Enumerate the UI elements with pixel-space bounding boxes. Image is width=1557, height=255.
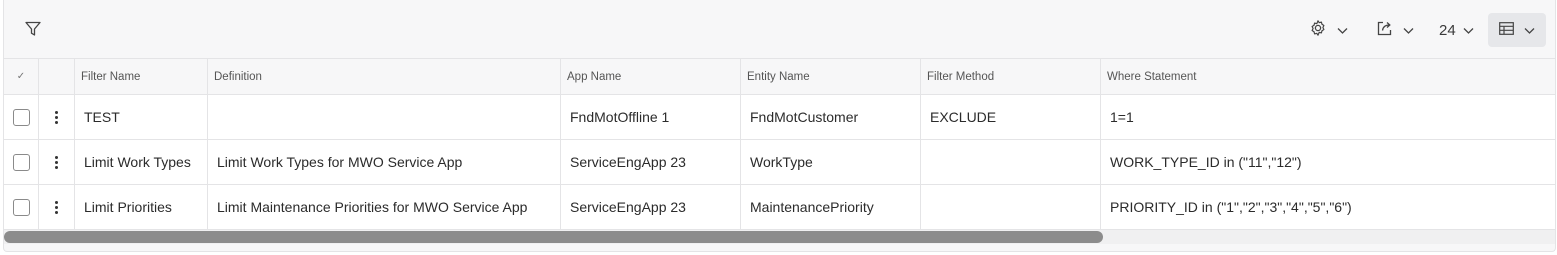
- horizontal-scrollbar-thumb[interactable]: [4, 231, 1103, 243]
- cell-where-statement: PRIORITY_ID in ("1","2","3","4","5","6"): [1101, 185, 1555, 229]
- cell-filter-name: Limit Work Types: [75, 140, 208, 184]
- view-mode-button[interactable]: [1488, 13, 1546, 47]
- table-row[interactable]: Limit Priorities Limit Maintenance Prior…: [4, 185, 1555, 230]
- page-size-value: 24: [1439, 21, 1456, 39]
- row-menu-header: [39, 59, 75, 94]
- cell-app-name: ServiceEngApp 23: [561, 140, 741, 184]
- cell-entity-name: FndMotCustomer: [741, 95, 921, 139]
- cell-filter-method: [921, 140, 1101, 184]
- column-header-app-name[interactable]: App Name: [561, 59, 741, 94]
- more-vertical-icon[interactable]: [55, 155, 58, 169]
- cell-app-name: FndMotOffline 1: [561, 95, 741, 139]
- cell-where-statement: WORK_TYPE_ID in ("11","12"): [1101, 140, 1555, 184]
- cell-definition: Limit Work Types for MWO Service App: [208, 140, 561, 184]
- more-vertical-icon[interactable]: [55, 110, 58, 124]
- row-checkbox[interactable]: [12, 198, 30, 216]
- cell-filter-method: [921, 185, 1101, 229]
- column-header-filter-method[interactable]: Filter Method: [921, 59, 1101, 94]
- export-button[interactable]: [1376, 14, 1414, 46]
- cell-filter-name: Limit Priorities: [75, 185, 208, 229]
- filter-icon[interactable]: [22, 18, 44, 40]
- chevron-down-icon: [1403, 22, 1414, 39]
- select-all-checkbox[interactable]: ✓: [4, 59, 39, 94]
- page-size-select[interactable]: 24: [1439, 14, 1474, 46]
- row-checkbox[interactable]: [12, 108, 30, 126]
- cell-entity-name: MaintenancePriority: [741, 185, 921, 229]
- settings-button[interactable]: [1309, 14, 1348, 46]
- chevron-down-icon: [1463, 22, 1474, 39]
- table-header-row: ✓ Filter Name Definition App Name Entity…: [4, 58, 1555, 95]
- data-grid-panel: 24 ✓ Filter Name Definition App Name Ent…: [3, 0, 1556, 252]
- gear-icon: [1309, 19, 1327, 41]
- more-vertical-icon[interactable]: [55, 200, 58, 214]
- export-icon: [1376, 20, 1393, 41]
- table-row[interactable]: Limit Work Types Limit Work Types for MW…: [4, 140, 1555, 185]
- chevron-down-icon: [1524, 22, 1535, 39]
- column-header-where-statement[interactable]: Where Statement: [1101, 59, 1555, 94]
- cell-where-statement: 1=1: [1101, 95, 1555, 139]
- cell-definition: Limit Maintenance Priorities for MWO Ser…: [208, 185, 561, 229]
- column-header-entity-name[interactable]: Entity Name: [741, 59, 921, 94]
- table-view-icon: [1499, 21, 1514, 39]
- cell-filter-method: EXCLUDE: [921, 95, 1101, 139]
- table-row[interactable]: TEST FndMotOffline 1 FndMotCustomer EXCL…: [4, 95, 1555, 140]
- column-header-definition[interactable]: Definition: [208, 59, 561, 94]
- cell-definition: [208, 95, 561, 139]
- cell-app-name: ServiceEngApp 23: [561, 185, 741, 229]
- grid-toolbar: 24: [4, 0, 1555, 58]
- cell-entity-name: WorkType: [741, 140, 921, 184]
- chevron-down-icon: [1337, 22, 1348, 39]
- column-header-filter-name[interactable]: Filter Name: [75, 59, 208, 94]
- cell-filter-name: TEST: [75, 95, 208, 139]
- row-checkbox[interactable]: [12, 153, 30, 171]
